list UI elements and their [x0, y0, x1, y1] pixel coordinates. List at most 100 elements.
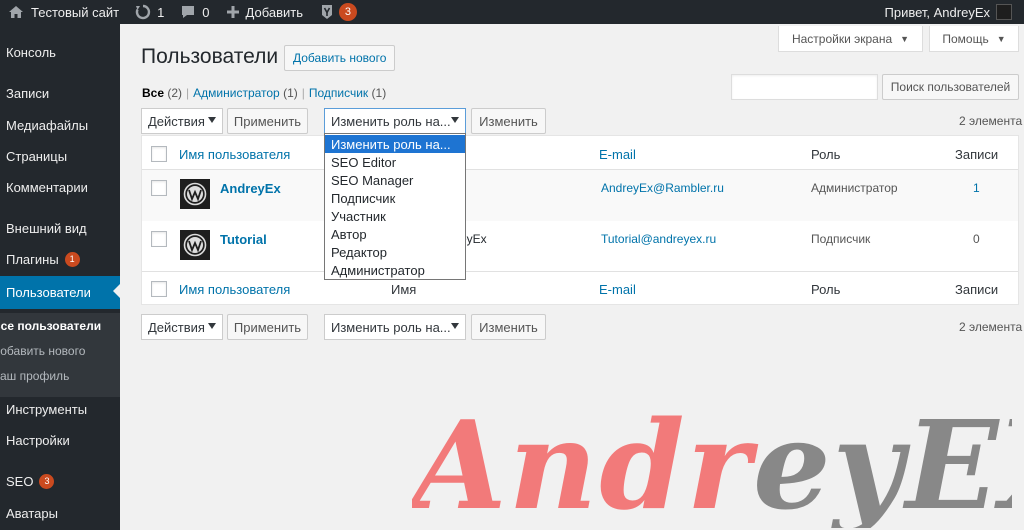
avatar: [180, 179, 210, 209]
column-email-header[interactable]: E-mail: [599, 147, 636, 162]
user-email-link[interactable]: AndreyEx@Rambler.ru: [601, 181, 724, 195]
user-avatar: [996, 4, 1012, 20]
home-icon: [9, 6, 23, 18]
menu-appearance[interactable]: Внешний вид: [0, 213, 120, 243]
menu-label: Пользователи: [6, 285, 91, 300]
table-row: AndreyEx AndreyEx@Rambler.ru Администрат…: [142, 170, 1018, 221]
username-link[interactable]: AndreyEx: [220, 181, 281, 196]
column-posts-header: Записи: [955, 147, 999, 162]
apply-button-top[interactable]: Применить: [227, 108, 308, 134]
wordpress-logo-icon: [183, 182, 207, 206]
change-role-select-bottom[interactable]: Изменить роль на...: [324, 314, 466, 340]
user-posts-count[interactable]: 1: [973, 181, 980, 195]
column-email-footer[interactable]: E-mail: [599, 282, 636, 297]
yoast-badge: 3: [338, 3, 357, 21]
site-name: Тестовый сайт: [31, 4, 120, 20]
menu-users[interactable]: Пользователи: [0, 276, 120, 309]
user-email-link[interactable]: Tutorial@andreyex.ru: [601, 232, 716, 246]
role-option[interactable]: Изменить роль на...: [325, 135, 465, 153]
admin-bar: Тестовый сайт 1 0 Добавить 3 Привет, And…: [0, 0, 1024, 24]
menu-label: Страницы: [6, 148, 68, 164]
submenu-profile[interactable]: Ваш профиль: [0, 364, 120, 388]
items-count-bottom: 2 элемента: [959, 320, 1023, 334]
role-option[interactable]: Участник: [325, 207, 465, 225]
select-all-checkbox[interactable]: [151, 146, 167, 162]
select-value: Изменить роль на...: [331, 319, 451, 335]
users-table: Имя пользователя E-mail Роль Записи Andr…: [141, 135, 1019, 305]
filter-subscriber[interactable]: Подписчик (1): [309, 86, 386, 100]
role-option[interactable]: Автор: [325, 225, 465, 243]
column-username-header[interactable]: Имя пользователя: [179, 147, 290, 162]
change-role-button-top[interactable]: Изменить: [471, 108, 546, 134]
add-new-user-button[interactable]: Добавить нового: [284, 45, 396, 71]
menu-tools[interactable]: Инструменты: [0, 394, 120, 424]
updates-link[interactable]: 1: [127, 0, 172, 24]
filter-label: Все: [142, 86, 165, 100]
menu-label: Внешний вид: [6, 220, 87, 236]
menu-posts[interactable]: Записи: [0, 78, 120, 108]
menu-media[interactable]: Медиафайлы: [0, 110, 120, 140]
plugins-badge: 1: [64, 251, 80, 267]
select-value: Действия: [148, 319, 205, 335]
bulk-action-select-top[interactable]: Действия: [141, 108, 223, 134]
menu-dashboard[interactable]: Консоль: [0, 37, 120, 67]
column-username-footer[interactable]: Имя пользователя: [179, 282, 290, 297]
menu-plugins[interactable]: Плагины 1: [0, 244, 120, 274]
change-role-dropdown-list: Изменить роль на... SEO Editor SEO Manag…: [324, 133, 466, 280]
role-option[interactable]: Редактор: [325, 243, 465, 261]
dropdown-arrow-icon: [208, 323, 216, 329]
help-button[interactable]: Помощь ▼: [929, 26, 1019, 52]
table-row: Tutorial eyEx Tutorial@andreyex.ru Подпи…: [142, 221, 1018, 271]
comments-link[interactable]: 0: [172, 0, 217, 24]
change-role-button-bottom[interactable]: Изменить: [471, 314, 546, 340]
yoast-menu[interactable]: 3: [311, 0, 365, 24]
search-users-button[interactable]: Поиск пользователей: [882, 74, 1019, 100]
change-role-select-top[interactable]: Изменить роль на...: [324, 108, 466, 134]
role-option[interactable]: SEO Editor: [325, 153, 465, 171]
user-role: Подписчик: [811, 232, 871, 246]
greeting: Привет, AndreyEx: [884, 4, 991, 20]
menu-seo[interactable]: SEO 3: [0, 466, 120, 496]
filter-all[interactable]: Все (2): [142, 86, 182, 100]
account-menu[interactable]: Привет, AndreyEx: [877, 0, 1021, 24]
add-new-menu[interactable]: Добавить: [218, 0, 311, 24]
caret-down-icon: ▼: [996, 33, 1006, 44]
dropdown-arrow-icon: [208, 117, 216, 123]
username-link[interactable]: Tutorial: [220, 232, 267, 247]
filter-count: (1): [283, 86, 298, 100]
menu-label: Консоль: [6, 44, 56, 60]
row-checkbox[interactable]: [151, 180, 167, 196]
menu-avatars[interactable]: Аватары: [0, 498, 120, 528]
select-value: Действия: [148, 113, 205, 129]
menu-label: SEO: [6, 473, 34, 489]
table-header-row: Имя пользователя E-mail Роль Записи: [142, 136, 1018, 170]
submenu-label: Ваш профиль: [0, 369, 70, 383]
submenu-all-users[interactable]: Все пользователи: [0, 314, 120, 338]
bulk-action-select-bottom[interactable]: Действия: [141, 314, 223, 340]
submenu-label: Все пользователи: [0, 319, 102, 333]
page-title: Пользователи: [141, 45, 279, 68]
role-option[interactable]: Подписчик: [325, 189, 465, 207]
seo-badge: 3: [39, 473, 55, 489]
help-label: Помощь: [942, 31, 989, 46]
role-option[interactable]: Администратор: [325, 261, 465, 279]
filter-administrator[interactable]: Администратор (1): [193, 86, 298, 100]
site-home-link[interactable]: Тестовый сайт: [0, 0, 127, 24]
apply-button-bottom[interactable]: Применить: [227, 314, 308, 340]
screen-options-button[interactable]: Настройки экрана ▼: [778, 26, 923, 52]
row-checkbox[interactable]: [151, 231, 167, 247]
refresh-icon: [135, 4, 151, 20]
select-all-checkbox[interactable]: [151, 281, 167, 297]
menu-pages[interactable]: Страницы: [0, 141, 120, 171]
updates-count: 1: [157, 4, 165, 20]
menu-label: Плагины: [6, 251, 59, 267]
screen-options-label: Настройки экрана: [791, 31, 893, 46]
menu-label: Медиафайлы: [6, 117, 89, 133]
menu-comments[interactable]: Комментарии: [0, 172, 120, 202]
menu-settings[interactable]: Настройки: [0, 425, 120, 455]
submenu-add-new[interactable]: Добавить нового: [0, 339, 120, 363]
filter-count: (1): [371, 86, 387, 100]
dropdown-arrow-icon: [451, 117, 459, 123]
user-search-input[interactable]: [731, 74, 878, 100]
role-option[interactable]: SEO Manager: [325, 171, 465, 189]
